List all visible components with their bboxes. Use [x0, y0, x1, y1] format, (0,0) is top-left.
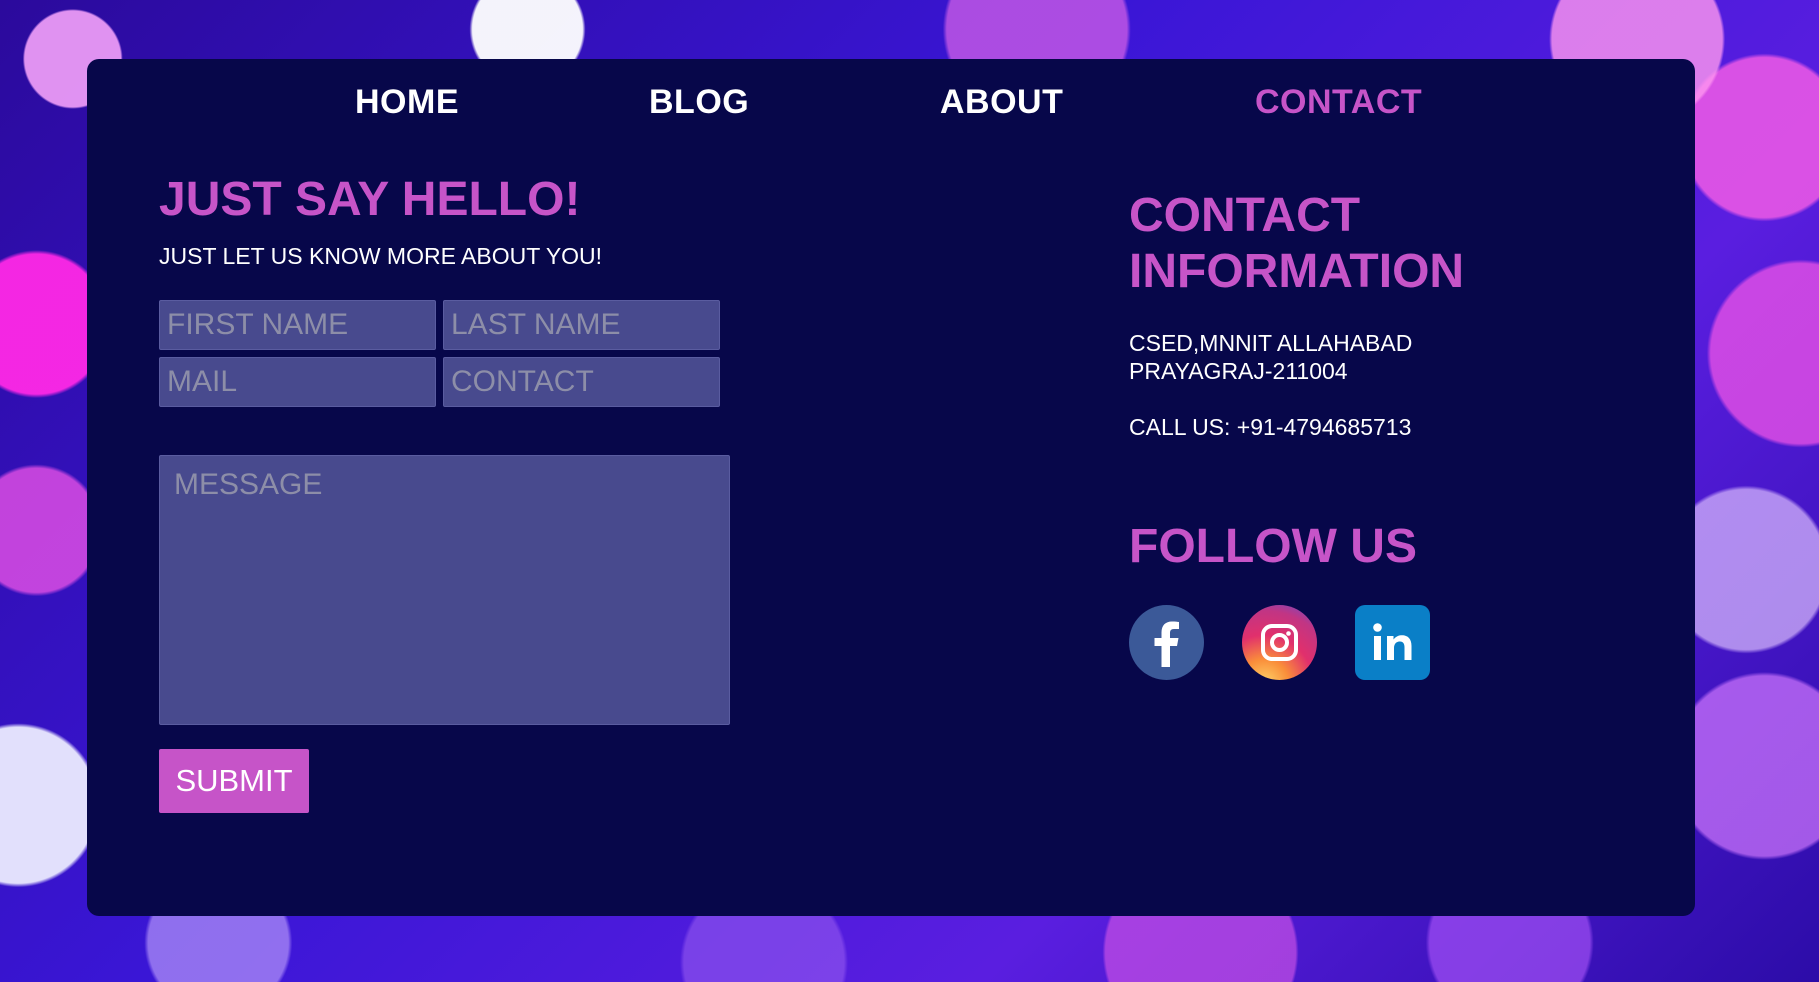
submit-button[interactable]: SUBMIT: [159, 749, 309, 813]
mail-input[interactable]: [159, 357, 436, 407]
instagram-icon: [1242, 605, 1317, 680]
form-title: JUST SAY HELLO!: [159, 173, 581, 226]
instagram-link[interactable]: [1242, 605, 1317, 680]
linkedin-link[interactable]: [1355, 605, 1430, 680]
facebook-icon: [1129, 605, 1204, 680]
first-name-input[interactable]: [159, 300, 436, 350]
nav-blog[interactable]: BLOG: [649, 83, 749, 122]
last-name-input[interactable]: [443, 300, 720, 350]
phone-number: CALL US: +91-4794685713: [1129, 414, 1412, 440]
contact-input[interactable]: [443, 357, 720, 407]
contact-panel: HOME BLOG ABOUT CONTACT JUST SAY HELLO! …: [87, 59, 1695, 916]
address-line-2: PRAYAGRAJ-211004: [1129, 358, 1348, 384]
follow-us-title: FOLLOW US: [1129, 520, 1417, 573]
form-subtitle: JUST LET US KNOW MORE ABOUT YOU!: [159, 243, 603, 269]
nav-contact[interactable]: CONTACT: [1255, 83, 1422, 122]
message-textarea[interactable]: [159, 455, 730, 725]
facebook-link[interactable]: [1129, 605, 1204, 680]
address-line-1: CSED,MNNIT ALLAHABAD: [1129, 330, 1413, 356]
nav-home[interactable]: HOME: [355, 83, 459, 122]
contact-info-title: CONTACT INFORMATION: [1129, 189, 1465, 298]
nav-about[interactable]: ABOUT: [940, 83, 1063, 122]
address: CSED,MNNIT ALLAHABAD PRAYAGRAJ-211004: [1129, 329, 1412, 385]
linkedin-icon: [1355, 605, 1430, 680]
